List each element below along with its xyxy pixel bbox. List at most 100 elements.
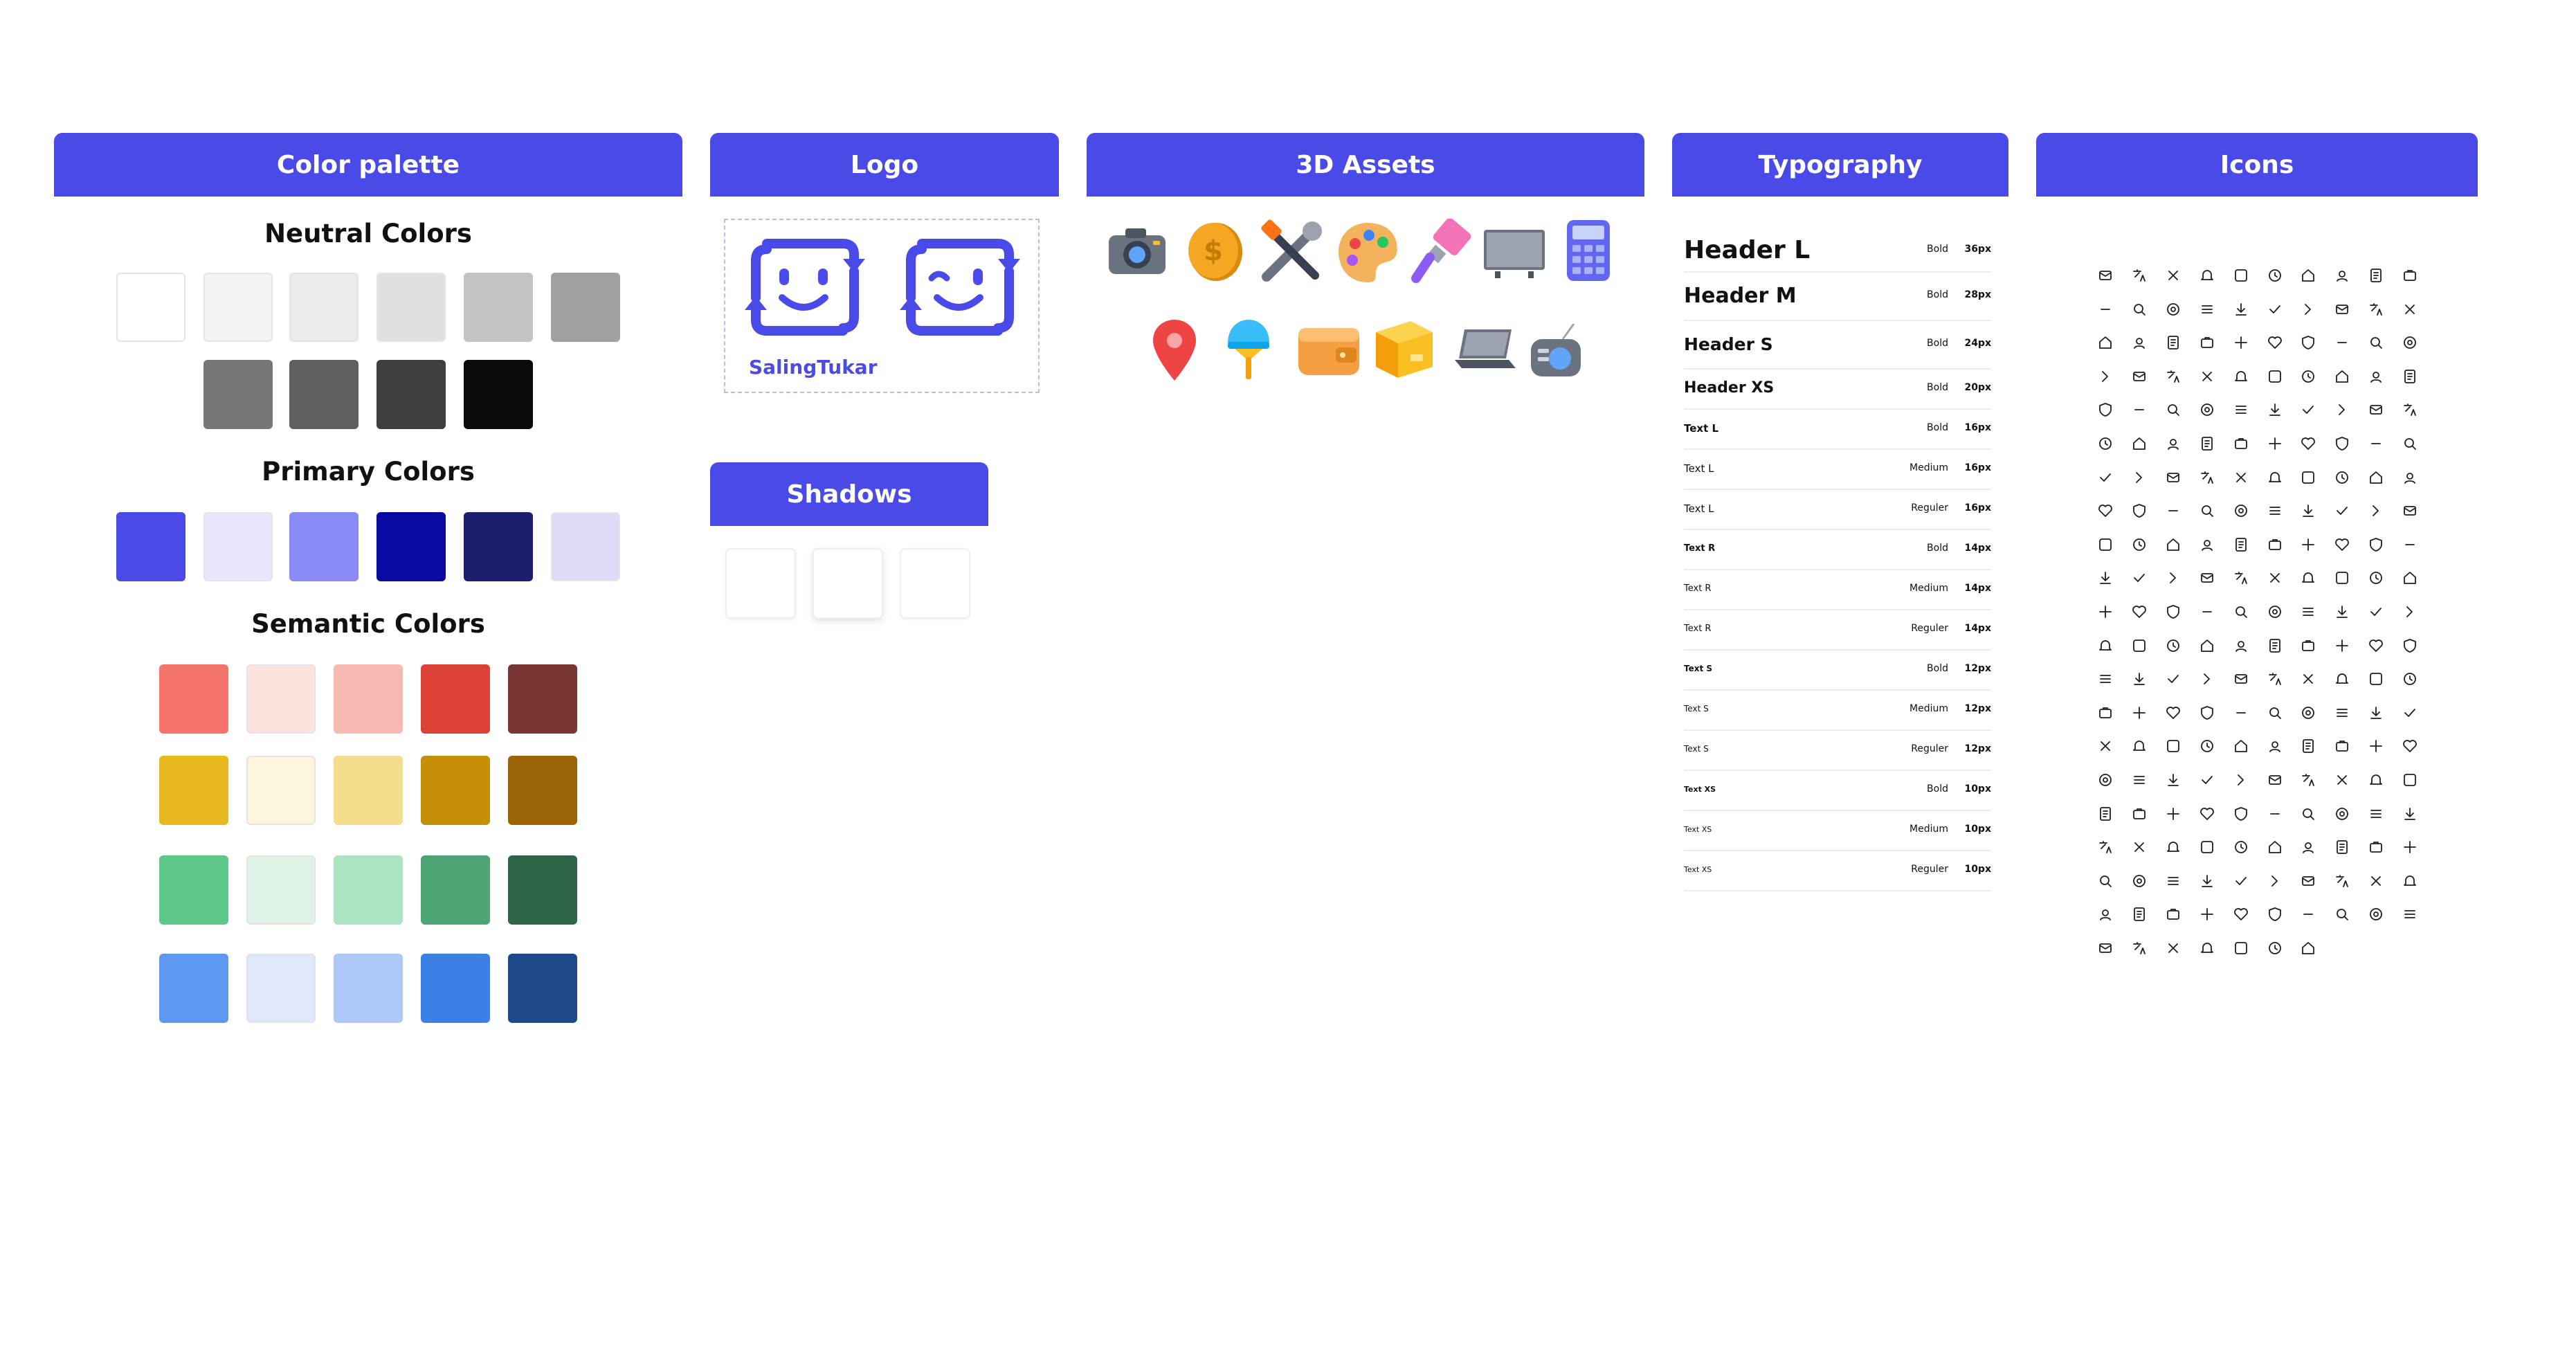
semantic-swatch-4-1 <box>159 954 228 1023</box>
library-icon <box>2199 469 2215 486</box>
typography-style-name: Header S <box>1684 334 1773 354</box>
library-icon <box>2131 839 2148 855</box>
library-icon <box>2267 334 2283 351</box>
library-icon <box>2402 536 2418 553</box>
typography-style-name: Text R <box>1684 543 1716 554</box>
typography-row: Text R Reguler 14px <box>1684 610 1991 651</box>
palette-3d-asset <box>1336 219 1401 285</box>
typography-style-name: Text L <box>1684 462 1714 475</box>
library-icon <box>2300 873 2316 889</box>
library-icon <box>2402 570 2418 586</box>
library-icon <box>2233 401 2249 418</box>
library-icon <box>2199 368 2215 385</box>
typography-weight: Reguler <box>1911 502 1948 514</box>
library-icon <box>2402 906 2418 923</box>
neutral-swatch-1 <box>116 273 185 342</box>
typography-row: Text R Medium 14px <box>1684 570 1991 610</box>
semantic-swatch-4-4 <box>421 954 490 1023</box>
library-icon <box>2097 637 2114 654</box>
library-icon <box>2334 536 2350 553</box>
library-icon <box>2267 705 2283 721</box>
typography-style-name: Header XS <box>1684 379 1775 397</box>
library-icon <box>2300 839 2316 855</box>
library-icon <box>2097 738 2114 754</box>
library-icon <box>2233 906 2249 923</box>
library-icon <box>2300 267 2316 284</box>
library-icon <box>2300 772 2316 788</box>
semantic-swatch-3-2 <box>246 855 316 925</box>
library-icon <box>2267 536 2283 553</box>
library-icon <box>2131 435 2148 452</box>
library-icon <box>2165 637 2182 654</box>
library-icon <box>2233 570 2249 586</box>
typography-weight: Reguler <box>1911 864 1948 875</box>
library-icon <box>2199 502 2215 519</box>
semantic-colors-title: Semantic Colors <box>251 609 485 639</box>
typography-weight: Bold <box>1927 543 1948 554</box>
library-icon <box>2131 536 2148 553</box>
library-icon <box>2267 839 2283 855</box>
semantic-swatch-1-1 <box>159 664 228 734</box>
library-icon <box>2267 267 2283 284</box>
library-icon <box>2402 873 2418 889</box>
library-icon <box>2267 873 2283 889</box>
neutral-swatch-6 <box>551 273 620 342</box>
typography-row: Text XS Medium 10px <box>1684 811 1991 851</box>
library-icon <box>2131 502 2148 519</box>
library-icon <box>2165 738 2182 754</box>
library-icon <box>2368 603 2384 620</box>
library-icon <box>2402 267 2418 284</box>
primary-swatch-5 <box>464 512 533 581</box>
library-icon <box>2165 301 2182 318</box>
semantic-swatch-1-2 <box>246 664 316 734</box>
coin-3d-asset: $ <box>1185 220 1244 282</box>
map-pin-3d-asset <box>1149 317 1200 383</box>
library-icon <box>2334 906 2350 923</box>
semantic-swatch-2-1 <box>159 756 228 825</box>
library-icon <box>2165 873 2182 889</box>
library-icon <box>2300 637 2316 654</box>
library-icon <box>2233 469 2249 486</box>
laptop-3d-asset <box>1452 325 1518 374</box>
typography-size: 16px <box>1964 462 1991 473</box>
primary-swatch-1 <box>116 512 185 581</box>
library-icon <box>2334 873 2350 889</box>
typography-style-name: Text L <box>1684 502 1714 515</box>
library-icon <box>2300 334 2316 351</box>
semantic-swatch-2-2 <box>246 756 316 825</box>
typography-weight: Medium <box>1910 703 1948 714</box>
library-icon <box>2334 401 2350 418</box>
library-icon <box>2165 267 2182 284</box>
semantic-swatch-2-5 <box>508 756 577 825</box>
library-icon <box>2233 738 2249 754</box>
library-icon <box>2199 873 2215 889</box>
typography-style-name: Text S <box>1684 664 1713 673</box>
semantic-swatch-1-4 <box>421 664 490 734</box>
library-icon <box>2097 839 2114 855</box>
typography-weight: Medium <box>1910 462 1948 473</box>
semantic-swatch-4-2 <box>246 954 316 1023</box>
library-icon <box>2097 603 2114 620</box>
library-icon <box>2368 267 2384 284</box>
library-icon <box>2165 806 2182 822</box>
typography-row: Text L Bold 16px <box>1684 410 1991 450</box>
library-icon <box>2334 570 2350 586</box>
library-icon <box>2131 738 2148 754</box>
library-icon <box>2165 906 2182 923</box>
library-icon <box>2368 536 2384 553</box>
typography-weight: Bold <box>1927 244 1948 255</box>
library-icon <box>2199 806 2215 822</box>
semantic-swatch-2-3 <box>334 756 403 825</box>
library-icon <box>2097 401 2114 418</box>
shadow-sample-2 <box>813 548 883 619</box>
library-icon <box>2097 368 2114 385</box>
library-icon <box>2300 603 2316 620</box>
primary-colors-title: Primary Colors <box>262 457 475 487</box>
library-icon <box>2368 705 2384 721</box>
library-icon <box>2267 502 2283 519</box>
library-icon <box>2165 839 2182 855</box>
library-icon <box>2233 603 2249 620</box>
library-icon <box>2267 603 2283 620</box>
library-icon <box>2097 536 2114 553</box>
library-icon <box>2199 671 2215 687</box>
